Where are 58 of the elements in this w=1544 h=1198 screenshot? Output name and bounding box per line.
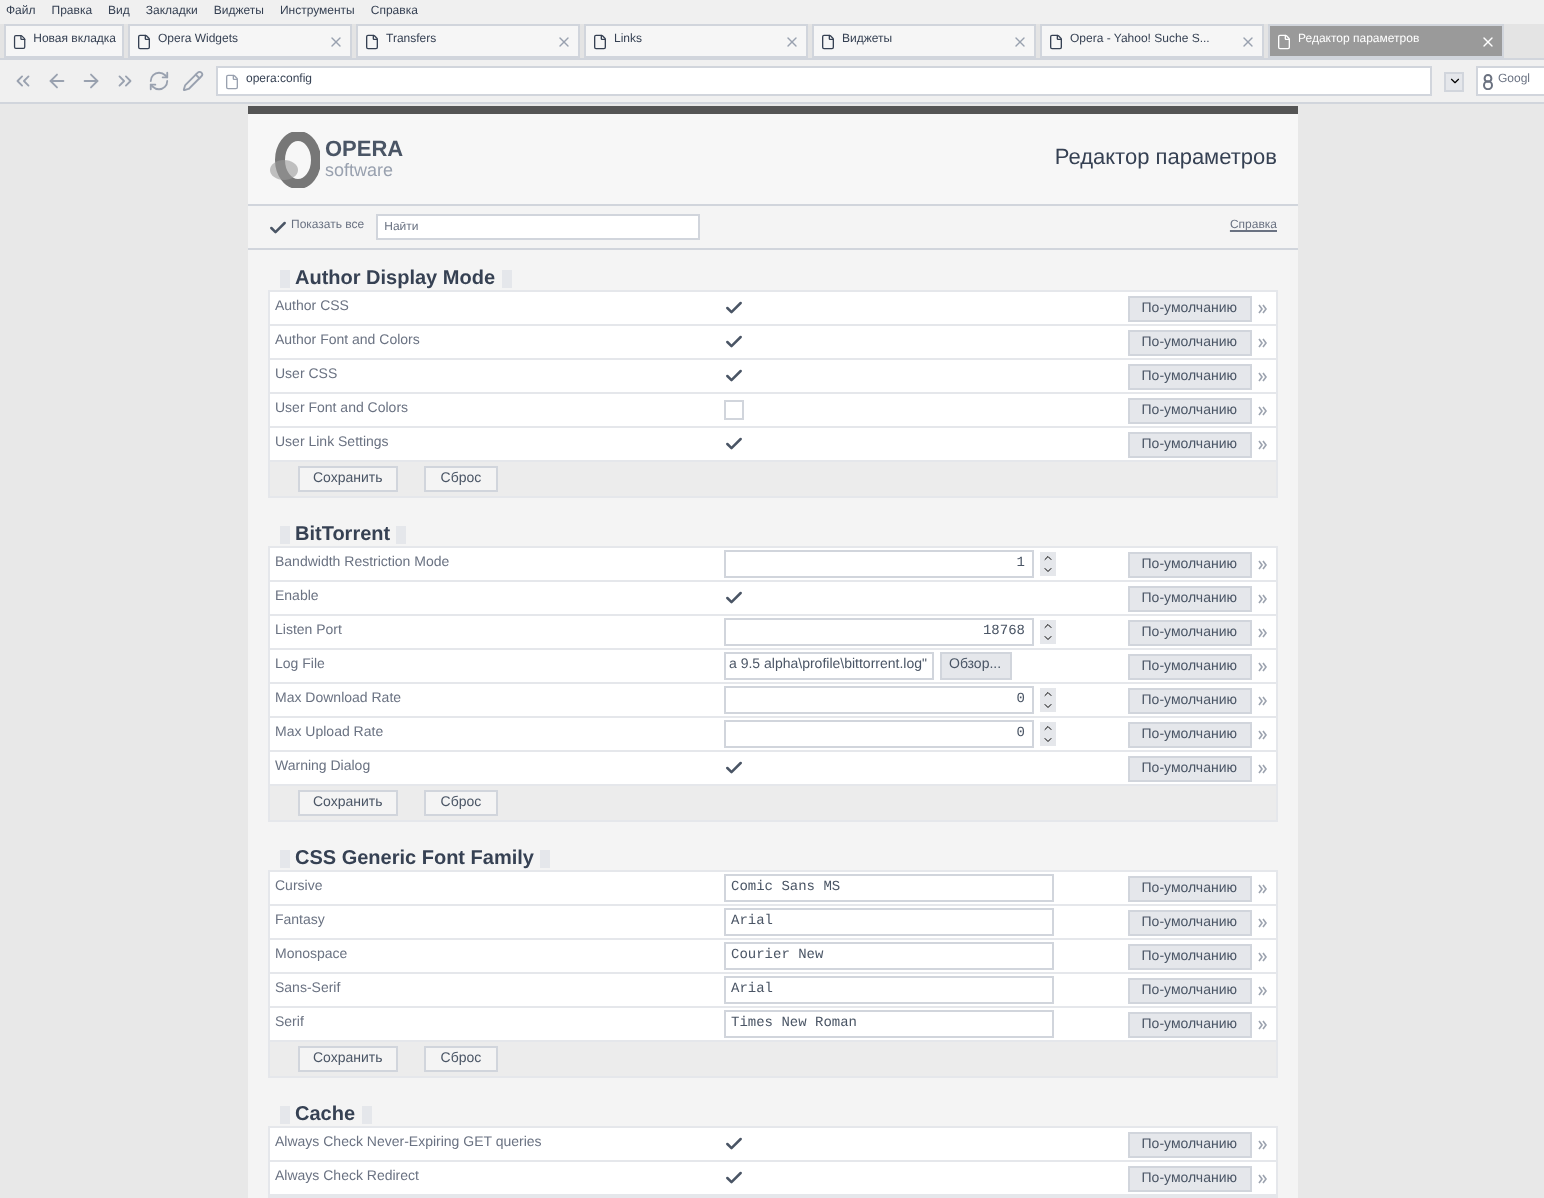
double-chevron-icon: [1257, 1173, 1267, 1183]
page-icon: [1276, 33, 1292, 50]
close-icon[interactable]: [1480, 33, 1496, 50]
page-icon: [12, 33, 28, 50]
spinner-icon[interactable]: [1039, 688, 1055, 712]
close-icon[interactable]: [1012, 33, 1028, 50]
double-chevron-icon: [1257, 1019, 1267, 1029]
page-icon: [592, 33, 608, 50]
double-chevron-icon: [1257, 371, 1267, 381]
checkbox[interactable]: [723, 298, 743, 318]
section-title: Author Display Mode: [295, 265, 496, 293]
double-chevron-icon: [1257, 763, 1267, 773]
page-icon: [1048, 33, 1064, 50]
page-icon: [136, 33, 152, 50]
caret-icon: [1447, 74, 1461, 89]
close-icon[interactable]: [784, 33, 800, 50]
double-chevron-icon: [1257, 883, 1267, 893]
double-chevron-icon: [1257, 559, 1267, 569]
checkbox[interactable]: [723, 400, 743, 420]
double-chevron-icon: [1257, 729, 1267, 739]
double-chevron-icon: [1257, 917, 1267, 927]
spinner-icon[interactable]: [1039, 722, 1055, 746]
double-chevron-icon: [1257, 439, 1267, 449]
page-icon: [820, 33, 836, 50]
double-chevron-icon: [1257, 661, 1267, 671]
logo-word: OPERA: [325, 139, 404, 161]
double-chevron-icon: [1257, 951, 1267, 961]
dropdown-button[interactable]: [1444, 71, 1464, 92]
double-chevron-icon: [1257, 627, 1267, 637]
logo-icon: [267, 131, 319, 187]
close-icon[interactable]: [556, 33, 572, 50]
spinner-icon[interactable]: [1039, 552, 1055, 576]
page-icon: [224, 73, 240, 90]
double-chevron-icon: [1257, 303, 1267, 313]
close-icon[interactable]: [1240, 33, 1256, 50]
section-title: BitTorrent: [295, 521, 391, 549]
double-chevron-icon: [1257, 985, 1267, 995]
double-chevron-icon: [1257, 337, 1267, 347]
search-engine-icon: [1482, 73, 1494, 90]
checkbox[interactable]: [267, 217, 287, 237]
checkbox[interactable]: [723, 434, 743, 454]
page-title: Редактор параметров: [1054, 144, 1277, 175]
close-icon[interactable]: [328, 33, 344, 50]
spinner-icon[interactable]: [1039, 620, 1055, 644]
double-chevron-icon: [1257, 695, 1267, 705]
checkbox[interactable]: [723, 366, 743, 386]
double-chevron-icon: [1257, 1139, 1267, 1149]
section-title: Cache: [295, 1101, 356, 1129]
checkbox[interactable]: [723, 758, 743, 778]
logo-subtitle: software: [325, 161, 396, 179]
double-chevron-icon: [1257, 405, 1267, 415]
page-icon: [364, 33, 380, 50]
checkbox[interactable]: [723, 588, 743, 608]
checkbox[interactable]: [723, 1134, 743, 1154]
checkbox[interactable]: [723, 1168, 743, 1188]
checkbox[interactable]: [723, 332, 743, 352]
section-title: CSS Generic Font Family: [295, 845, 534, 873]
double-chevron-icon: [1257, 593, 1267, 603]
